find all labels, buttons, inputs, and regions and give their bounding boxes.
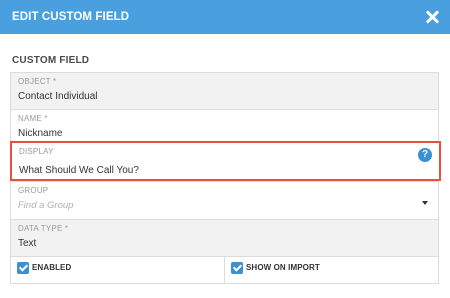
data-type-field: DATA TYPE * Text bbox=[10, 219, 439, 256]
group-label: GROUP bbox=[18, 186, 49, 195]
display-input[interactable]: What Should We Call You? bbox=[19, 165, 432, 176]
display-label: DISPLAY bbox=[19, 147, 54, 156]
options-row: ENABLED SHOW ON IMPORT bbox=[10, 256, 439, 284]
close-icon[interactable] bbox=[424, 9, 440, 25]
dialog-header: EDIT CUSTOM FIELD bbox=[0, 0, 450, 34]
enabled-checkbox[interactable] bbox=[17, 262, 29, 274]
group-field[interactable]: GROUP Find a Group bbox=[10, 181, 439, 219]
display-field[interactable]: DISPLAY What Should We Call You? ? bbox=[10, 141, 441, 181]
question-icon[interactable]: ? bbox=[418, 148, 432, 162]
section-title: CUSTOM FIELD bbox=[12, 55, 90, 66]
show-on-import-label: SHOW ON IMPORT bbox=[246, 263, 320, 272]
chevron-down-icon[interactable] bbox=[422, 201, 428, 205]
enabled-label: ENABLED bbox=[32, 263, 72, 272]
name-field[interactable]: NAME * Nickname bbox=[10, 109, 439, 141]
object-label: OBJECT * bbox=[18, 77, 57, 86]
name-label: NAME * bbox=[18, 114, 48, 123]
show-on-import-option[interactable]: SHOW ON IMPORT bbox=[224, 257, 438, 283]
show-on-import-checkbox[interactable] bbox=[231, 262, 243, 274]
data-type-value: Text bbox=[18, 238, 37, 249]
dialog-title: EDIT CUSTOM FIELD bbox=[12, 11, 130, 23]
data-type-label: DATA TYPE * bbox=[18, 224, 69, 233]
group-search-input[interactable]: Find a Group bbox=[18, 200, 431, 211]
object-field: OBJECT * Contact Individual bbox=[10, 72, 439, 109]
enabled-option[interactable]: ENABLED bbox=[11, 257, 224, 283]
name-input[interactable]: Nickname bbox=[18, 128, 431, 139]
object-value: Contact Individual bbox=[18, 91, 98, 102]
